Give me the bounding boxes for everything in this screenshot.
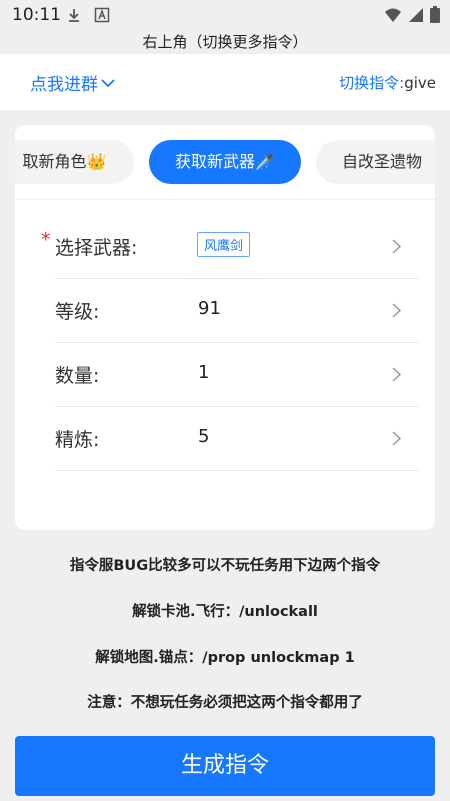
refine-row[interactable]: 精炼: 5 <box>55 407 419 471</box>
category-tabs: 取新角色👑 获取新武器🗡️ 自改圣遗物 <box>15 125 435 200</box>
wifi-icon <box>385 8 401 22</box>
required-mark: * <box>41 229 51 251</box>
status-time: 10:11 <box>12 5 61 25</box>
note-line-3: 解锁地图.锚点：/prop unlockmap 1 <box>95 650 355 666</box>
refine-value: 5 <box>198 426 210 447</box>
battery-icon <box>430 6 440 23</box>
note-line-4: 注意：不想玩任务必须把这两个指令都用了 <box>87 695 363 711</box>
chevron-right-icon <box>392 367 401 382</box>
weapon-select-row[interactable]: * 选择武器: 风鹰剑 <box>41 215 419 279</box>
refine-label: 精炼: <box>55 429 100 451</box>
switch-command-value: give <box>404 74 436 92</box>
count-row[interactable]: 数量: 1 <box>55 343 419 407</box>
chevron-right-icon <box>392 303 401 318</box>
status-right <box>384 6 440 23</box>
count-value: 1 <box>198 362 210 383</box>
tab-artifact[interactable]: 自改圣遗物 <box>316 140 435 184</box>
hint-text: 右上角（切换更多指令） <box>142 33 308 51</box>
switch-command-label: 切换指令: <box>339 74 405 92</box>
chevron-down-icon <box>101 78 115 87</box>
generate-command-button[interactable]: 生成指令 <box>15 736 435 796</box>
level-value: 91 <box>198 298 221 319</box>
signal-icon <box>409 7 423 22</box>
status-bar: 10:11 <box>0 0 450 30</box>
tab-new-weapon[interactable]: 获取新武器🗡️ <box>149 140 301 184</box>
download-icon <box>69 9 79 22</box>
level-label: 等级: <box>55 301 100 323</box>
chevron-right-icon <box>392 431 401 446</box>
join-group-link[interactable]: 点我进群 <box>30 70 116 95</box>
tab-new-character[interactable]: 取新角色👑 <box>15 140 134 184</box>
command-form: * 选择武器: 风鹰剑 等级: 91 数量: 1 精炼: 5 <box>41 215 419 471</box>
count-label: 数量: <box>55 365 100 387</box>
font-icon <box>94 7 110 23</box>
weapon-tag: 风鹰剑 <box>197 232 251 257</box>
command-card: 取新角色👑 获取新武器🗡️ 自改圣遗物 * 选择武器: 风鹰剑 等级: 91 数… <box>15 125 435 530</box>
join-group-label: 点我进群 <box>30 75 98 95</box>
top-header: 点我进群 切换指令:give <box>0 54 450 110</box>
chevron-right-icon <box>392 239 401 254</box>
note-line-1: 指令服BUG比较多可以不玩任务用下边两个指令 <box>69 558 381 574</box>
weapon-label: 选择武器: <box>55 237 138 259</box>
level-row[interactable]: 等级: 91 <box>55 279 419 343</box>
note-line-2: 解锁卡池.飞行：/unlockall <box>132 604 318 620</box>
switch-command-button[interactable]: 切换指令:give <box>339 72 436 93</box>
